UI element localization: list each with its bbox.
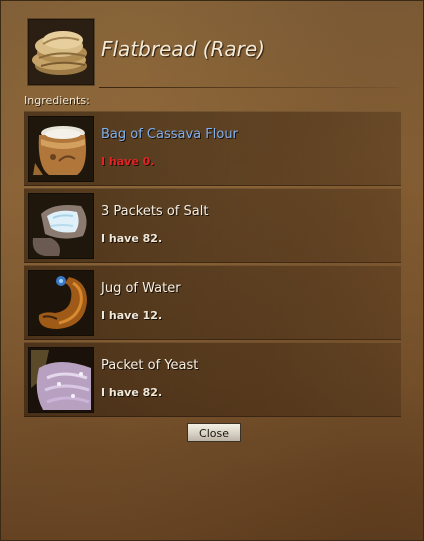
ingredient-name-link[interactable]: Bag of Cassava Flour [101,127,238,142]
close-button[interactable]: Close [187,423,241,442]
ingredient-quantity-owned: I have 12. [101,309,163,322]
ingredient-quantity-owned: I have 0. [101,155,155,168]
ingredient-quantity-owned: I have 82. [101,386,163,399]
ingredient-row: 3 Packets of Salt I have 82. [24,188,401,263]
salt-packet-icon [28,193,94,259]
water-jug-icon [28,270,94,336]
flour-bag-icon [28,116,94,182]
ingredient-name: Jug of Water [101,281,181,296]
ingredients-label: Ingredients: [24,94,90,107]
ingredient-name: 3 Packets of Salt [101,204,209,219]
flatbread-icon [28,19,94,85]
title-divider [99,87,399,88]
ingredient-row: Bag of Cassava Flour I have 0. [24,111,401,186]
ingredient-quantity-owned: I have 82. [101,232,163,245]
yeast-packet-icon [28,347,94,413]
ingredient-row: Packet of Yeast I have 82. [24,342,401,417]
recipe-title: Flatbread (Rare) [101,37,265,61]
recipe-window: Flatbread (Rare) Ingredients: Bag of Cas… [0,0,424,541]
ingredient-row: Jug of Water I have 12. [24,265,401,340]
ingredient-name: Packet of Yeast [101,358,199,373]
